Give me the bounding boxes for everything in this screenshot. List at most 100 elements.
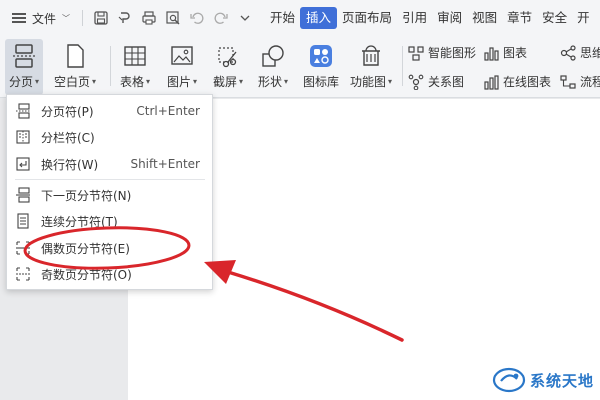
file-menu-label: 文件 xyxy=(32,11,57,26)
tab-references[interactable]: 引用 xyxy=(397,7,432,29)
menu-item-shortcut: Shift+Enter xyxy=(130,157,200,171)
continuous-section-break-icon xyxy=(15,213,31,229)
menu-item-even-page-section-break[interactable]: 偶数页分节符(E) xyxy=(7,236,212,260)
tab-security[interactable]: 安全 xyxy=(537,7,572,29)
online-chart-icon xyxy=(484,74,499,90)
tab-view[interactable]: 视图 xyxy=(467,7,502,29)
function-chart-icon xyxy=(357,42,385,70)
picture-label: 图片 xyxy=(167,75,192,89)
table-button[interactable]: 表格 ▾ xyxy=(120,36,150,90)
caret-down-icon: ▾ xyxy=(239,77,244,86)
shape-button[interactable]: 形状 ▾ xyxy=(258,36,288,90)
menu-item-line-break[interactable]: 换行符(W) Shift+Enter xyxy=(7,152,212,176)
tab-insert[interactable]: 插入 xyxy=(300,7,338,29)
chart-button[interactable]: 图表 xyxy=(483,44,527,61)
page-break-dropdown: 分页符(P) Ctrl+Enter 分栏符(C) 换行符(W) Shift+En… xyxy=(6,94,213,290)
ribbon-insert: 分页 ▾ 空白页 ▾ 表格 ▾ 图片 ▾ 截屏 ▾ 形状 ▾ 图标库 功能图 ▾… xyxy=(0,36,600,98)
watermark: 系统天地 xyxy=(492,366,594,394)
function-chart-label: 功能图 xyxy=(350,75,387,89)
mind-map-button[interactable]: 思维 xyxy=(560,44,600,61)
page-break-icon xyxy=(10,42,38,70)
flow-chart-label: 流程 xyxy=(580,75,600,89)
tab-home[interactable]: 开始 xyxy=(265,7,300,29)
menu-divider xyxy=(15,179,205,180)
undo-icon[interactable] xyxy=(189,10,205,26)
quick-access-toolbar xyxy=(87,10,259,26)
hamburger-icon xyxy=(12,13,26,23)
menu-item-label: 偶数页分节符(E) xyxy=(41,241,130,256)
ribbon-tabs: 开始 插入 页面布局 引用 审阅 视图 章节 安全 开 xyxy=(265,0,595,36)
menu-item-odd-page-section-break[interactable]: 奇数页分节符(O) xyxy=(7,262,212,286)
ribbon-separator xyxy=(402,46,403,86)
page-break-icon xyxy=(15,103,31,119)
blank-page-label: 空白页 xyxy=(54,75,91,89)
save-icon[interactable] xyxy=(93,10,109,26)
menu-separator xyxy=(82,10,84,26)
function-chart-button[interactable]: 功能图 ▾ xyxy=(350,36,392,90)
screenshot-icon xyxy=(214,42,242,70)
chart-label: 图表 xyxy=(503,46,528,60)
picture-button[interactable]: 图片 ▾ xyxy=(167,36,197,90)
menu-item-next-page-section-break[interactable]: 下一页分节符(N) xyxy=(7,183,212,207)
watermark-text: 系统天地 xyxy=(530,371,595,390)
odd-page-section-break-icon xyxy=(15,266,31,282)
menu-bar: 文件 ﹀ 开始 插入 页面布局 引用 审阅 视图 章节 安全 开 xyxy=(0,0,600,36)
flow-chart-button[interactable]: 流程 xyxy=(560,73,600,90)
online-chart-label: 在线图表 xyxy=(503,75,552,89)
online-chart-button[interactable]: 在线图表 xyxy=(483,73,551,90)
blank-page-icon xyxy=(61,42,89,70)
table-label: 表格 xyxy=(120,75,145,89)
next-page-section-break-icon xyxy=(15,187,31,203)
caret-down-icon: ▾ xyxy=(193,77,198,86)
tab-developer[interactable]: 开 xyxy=(572,7,595,29)
redo-icon[interactable] xyxy=(213,10,229,26)
menu-item-label: 奇数页分节符(O) xyxy=(41,267,132,282)
caret-down-icon: ▾ xyxy=(284,77,289,86)
page-break-label: 分页 xyxy=(9,75,34,89)
menu-item-continuous-section-break[interactable]: 连续分节符(T) xyxy=(7,209,212,233)
menu-item-label: 下一页分节符(N) xyxy=(41,188,132,203)
menu-item-label: 换行符(W) xyxy=(41,157,99,172)
chevron-down-icon: ﹀ xyxy=(62,13,71,23)
tab-page-layout[interactable]: 页面布局 xyxy=(337,7,397,29)
export-pdf-icon[interactable] xyxy=(117,10,133,26)
icon-library-icon xyxy=(307,42,335,70)
relation-chart-button[interactable]: 关系图 xyxy=(408,73,464,90)
tab-review[interactable]: 审阅 xyxy=(432,7,467,29)
customize-toolbar-icon[interactable] xyxy=(237,10,253,26)
caret-down-icon: ▾ xyxy=(146,77,151,86)
smart-graphic-icon xyxy=(408,45,424,61)
flow-chart-icon xyxy=(560,74,576,89)
smart-graphic-button[interactable]: 智能图形 xyxy=(408,44,476,61)
menu-item-page-break[interactable]: 分页符(P) Ctrl+Enter xyxy=(7,99,212,123)
mind-map-icon xyxy=(560,44,576,61)
watermark-logo-icon xyxy=(492,367,526,393)
tab-section[interactable]: 章节 xyxy=(502,7,537,29)
menu-item-shortcut: Ctrl+Enter xyxy=(136,104,200,118)
picture-icon xyxy=(168,42,196,70)
screenshot-button[interactable]: 截屏 ▾ xyxy=(213,36,243,90)
shape-label: 形状 xyxy=(258,75,283,89)
caret-down-icon: ▾ xyxy=(388,77,393,86)
smart-graphic-label: 智能图形 xyxy=(428,46,477,60)
menu-item-label: 连续分节符(T) xyxy=(41,214,118,229)
blank-page-button[interactable]: 空白页 ▾ xyxy=(54,36,96,90)
icon-library-label: 图标库 xyxy=(303,75,340,89)
menu-item-column-break[interactable]: 分栏符(C) xyxy=(7,125,212,149)
menu-item-label: 分页符(P) xyxy=(41,104,94,119)
table-icon xyxy=(121,42,149,70)
print-icon[interactable] xyxy=(141,10,157,26)
column-break-icon xyxy=(15,129,31,145)
line-break-icon xyxy=(15,156,31,172)
even-page-section-break-icon xyxy=(15,240,31,256)
shape-icon xyxy=(259,42,287,70)
file-menu[interactable]: 文件 ﹀ xyxy=(0,0,78,36)
screenshot-label: 截屏 xyxy=(213,75,238,89)
icon-library-button[interactable]: 图标库 xyxy=(303,36,339,90)
print-preview-icon[interactable] xyxy=(165,10,181,26)
menu-item-label: 分栏符(C) xyxy=(41,130,95,145)
page-break-button[interactable]: 分页 ▾ xyxy=(5,39,44,95)
relation-chart-icon xyxy=(408,74,424,90)
mind-map-label: 思维 xyxy=(580,46,600,60)
relation-chart-label: 关系图 xyxy=(428,75,465,89)
